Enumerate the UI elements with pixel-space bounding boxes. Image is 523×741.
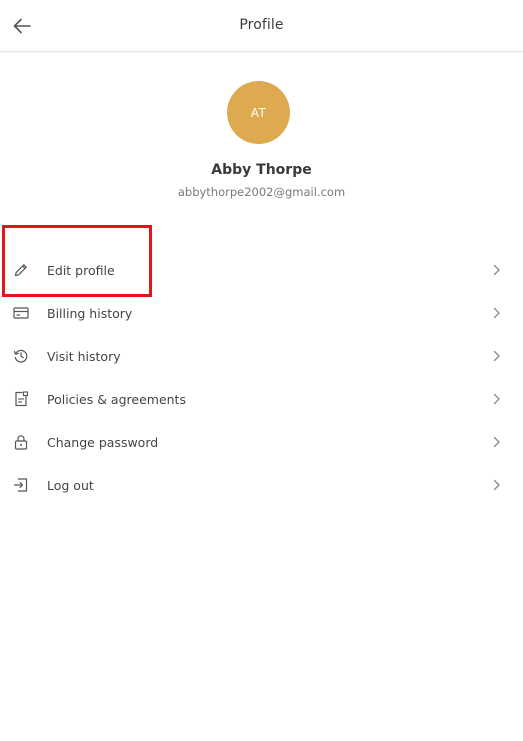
credit-card-icon [12, 304, 30, 322]
app-header: Profile [0, 0, 523, 52]
menu-item-label: Edit profile [47, 263, 115, 278]
menu-item-billing-history[interactable]: Billing history [0, 292, 523, 335]
menu-item-label: Billing history [47, 306, 133, 321]
profile-menu: Edit profile Billing history Visit histo… [0, 249, 523, 507]
user-name: Abby Thorpe [211, 162, 312, 178]
menu-item-label: Policies & agreements [47, 392, 186, 407]
menu-item-label: Change password [47, 435, 159, 450]
user-email: abbythorpe2002@gmail.com [177, 185, 346, 199]
chevron-right-icon [491, 392, 503, 406]
menu-item-edit-profile[interactable]: Edit profile [0, 249, 523, 292]
chevron-right-icon [491, 435, 503, 449]
chevron-right-icon [491, 263, 503, 277]
menu-item-label: Log out [47, 478, 94, 493]
avatar-initials: AT [250, 105, 267, 120]
chevron-right-icon [491, 478, 503, 492]
logout-icon [12, 476, 30, 494]
chevron-right-icon [491, 349, 503, 363]
avatar: AT [227, 81, 290, 144]
document-icon [12, 390, 30, 408]
chevron-right-icon [491, 306, 503, 320]
history-icon [12, 347, 30, 365]
pencil-icon [12, 261, 30, 279]
menu-item-visit-history[interactable]: Visit history [0, 335, 523, 378]
menu-item-change-password[interactable]: Change password [0, 421, 523, 464]
page-title: Profile [239, 17, 284, 33]
menu-item-policies-agreements[interactable]: Policies & agreements [0, 378, 523, 421]
lock-icon [12, 433, 30, 451]
menu-item-log-out[interactable]: Log out [0, 464, 523, 507]
menu-item-label: Visit history [47, 349, 121, 364]
